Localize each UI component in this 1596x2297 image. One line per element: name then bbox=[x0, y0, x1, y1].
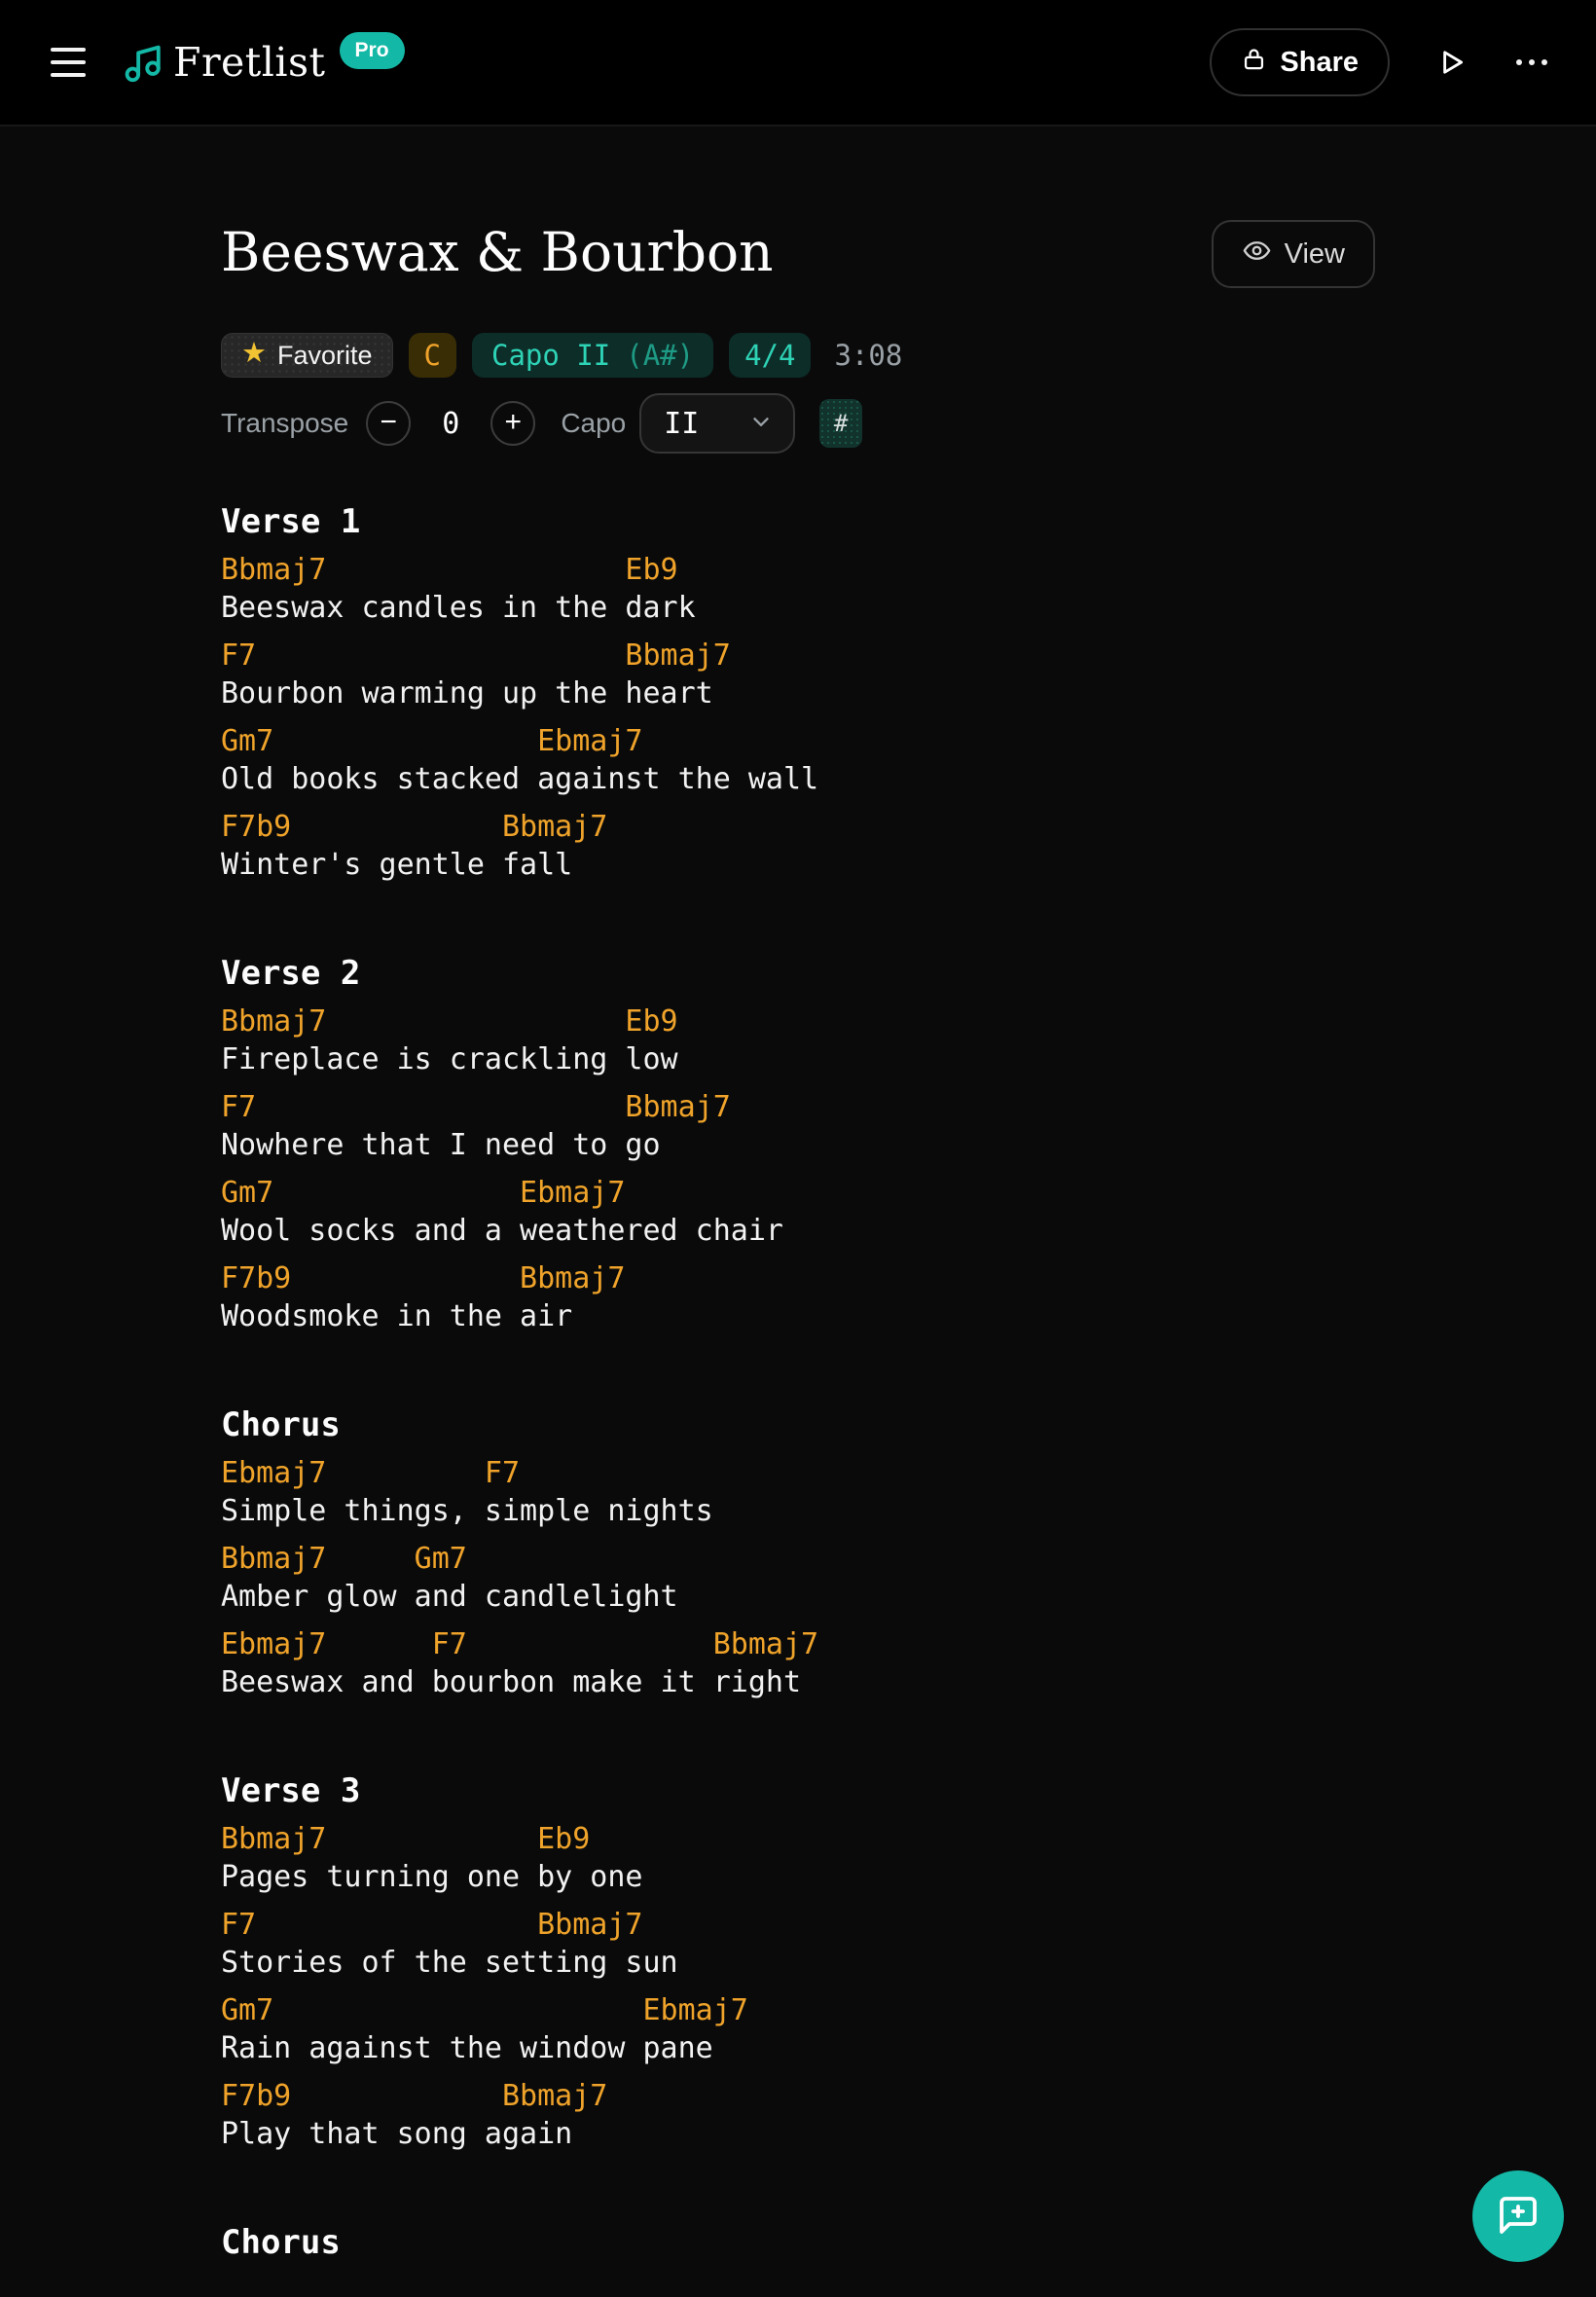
app-header: Fretlist Pro Share bbox=[0, 0, 1596, 127]
chord-line: Bbmaj7 Eb9 bbox=[221, 1004, 678, 1039]
play-button[interactable] bbox=[1434, 46, 1468, 79]
time-signature-badge: 4/4 bbox=[729, 333, 812, 378]
chord-lyric-line: F7 Bbmaj7 Stories of the setting sun bbox=[221, 1906, 1375, 1982]
app-name: Fretlist bbox=[173, 39, 326, 86]
chord-line: F7b9 Bbmaj7 bbox=[221, 810, 608, 844]
view-button[interactable]: View bbox=[1211, 220, 1375, 288]
key-badge: C bbox=[408, 333, 457, 378]
chord-line: Ebmaj7 F7 bbox=[221, 1456, 521, 1490]
chord-lyric-line: Bbmaj7 Eb9 Fireplace is crackling low bbox=[221, 1003, 1375, 1078]
favorite-label: Favorite bbox=[277, 340, 373, 370]
chord-lyric-line: Gm7 Ebmaj7 Wool socks and a weathered cha… bbox=[221, 1174, 1375, 1250]
lyric-line: Fireplace is crackling low bbox=[221, 1042, 678, 1076]
play-icon bbox=[1443, 51, 1464, 74]
lyric-line: Amber glow and candlelight bbox=[221, 1580, 678, 1614]
chat-bubble-plus-icon bbox=[1495, 2192, 1542, 2242]
capo-badge-note: (A#) bbox=[626, 339, 695, 372]
section-heading: Chorus bbox=[221, 2223, 341, 2262]
chat-fab-button[interactable] bbox=[1472, 2170, 1564, 2262]
section-heading: Chorus bbox=[221, 1405, 341, 1444]
song-view: Beeswax & Bourbon View ★ Favorite C Capo… bbox=[0, 127, 1596, 2264]
lyric-line: Old books stacked against the wall bbox=[221, 762, 819, 796]
lyric-line: Play that song again bbox=[221, 2117, 573, 2151]
pro-badge: Pro bbox=[339, 32, 405, 69]
chord-lyric-line: F7 Bbmaj7 Nowhere that I need to go bbox=[221, 1088, 1375, 1164]
lyric-line: Pages turning one by one bbox=[221, 1860, 643, 1894]
capo-badge: Capo II (A#) bbox=[472, 333, 714, 378]
chord-lyric-line: F7b9 Bbmaj7 Play that song again bbox=[221, 2077, 1375, 2153]
lyric-line: Bourbon warming up the heart bbox=[221, 676, 713, 711]
lyric-line: Winter's gentle fall bbox=[221, 848, 573, 882]
section-heading: Verse 1 bbox=[221, 502, 361, 541]
chord-line: F7b9 Bbmaj7 bbox=[221, 2079, 608, 2113]
transpose-controls: Transpose − 0 + Capo II # bbox=[221, 393, 1375, 454]
capo-label: Capo bbox=[561, 408, 627, 438]
chord-line: Bbmaj7 Gm7 bbox=[221, 1542, 467, 1576]
more-options-button[interactable] bbox=[1516, 59, 1547, 65]
chord-lyric-line: F7 Bbmaj7 Bourbon warming up the heart bbox=[221, 637, 1375, 712]
chevron-down-icon bbox=[748, 409, 774, 439]
chord-line: Gm7 Ebmaj7 bbox=[221, 1993, 748, 2027]
transpose-value: 0 bbox=[442, 406, 460, 441]
song-section: Chorus bbox=[221, 2221, 1375, 2264]
chord-line: Gm7 Ebmaj7 bbox=[221, 724, 643, 758]
eye-icon bbox=[1242, 236, 1272, 273]
chord-line: F7 Bbmaj7 bbox=[221, 638, 731, 673]
song-duration: 3:08 bbox=[834, 339, 903, 372]
chord-lyric-line: Bbmaj7 Eb9 Pages turning one by one bbox=[221, 1820, 1375, 1896]
chord-line: Gm7 Ebmaj7 bbox=[221, 1176, 626, 1210]
chord-lyric-line: Ebmaj7 F7 Simple things, simple nights bbox=[221, 1454, 1375, 1530]
lyric-line: Beeswax and bourbon make it right bbox=[221, 1665, 802, 1699]
music-note-icon bbox=[121, 41, 163, 84]
share-label: Share bbox=[1280, 46, 1359, 78]
song-title: Beeswax & Bourbon bbox=[221, 221, 774, 283]
chord-line: F7 Bbmaj7 bbox=[221, 1090, 731, 1124]
transpose-label: Transpose bbox=[221, 408, 349, 438]
chord-lyric-line: F7b9 Bbmaj7 Woodsmoke in the air bbox=[221, 1259, 1375, 1335]
chord-line: Bbmaj7 Eb9 bbox=[221, 1822, 591, 1856]
chord-line: F7b9 Bbmaj7 bbox=[221, 1261, 626, 1295]
section-heading: Verse 2 bbox=[221, 954, 361, 993]
chord-lyric-line: Ebmaj7 F7 Bbmaj7 Beeswax and bourbon make… bbox=[221, 1625, 1375, 1701]
chord-lyric-line: F7b9 Bbmaj7 Winter's gentle fall bbox=[221, 808, 1375, 884]
chord-lyric-line: Gm7 Ebmaj7 Rain against the window pane bbox=[221, 1991, 1375, 2067]
share-button[interactable]: Share bbox=[1210, 28, 1390, 96]
lyric-line: Rain against the window pane bbox=[221, 2031, 713, 2065]
capo-select[interactable]: II bbox=[639, 393, 796, 454]
transpose-plus-button[interactable]: + bbox=[490, 401, 536, 446]
sharp-toggle-button[interactable]: # bbox=[819, 399, 863, 448]
transpose-minus-button[interactable]: − bbox=[366, 401, 412, 446]
song-sections: Verse 1 Bbmaj7 Eb9 Beeswax candles in the … bbox=[221, 500, 1375, 2264]
chord-lyric-line: Gm7 Ebmaj7 Old books stacked against the … bbox=[221, 722, 1375, 798]
app-logo[interactable]: Fretlist Pro bbox=[121, 32, 405, 86]
section-heading: Verse 3 bbox=[221, 1771, 361, 1810]
chord-line: F7 Bbmaj7 bbox=[221, 1908, 643, 1942]
song-badges: ★ Favorite C Capo II (A#) 4/4 3:08 bbox=[221, 333, 1375, 378]
capo-select-value: II bbox=[664, 406, 700, 441]
capo-badge-main: Capo II bbox=[491, 339, 611, 372]
lyric-line: Nowhere that I need to go bbox=[221, 1128, 661, 1162]
favorite-badge[interactable]: ★ Favorite bbox=[221, 333, 393, 378]
song-section: Verse 1 Bbmaj7 Eb9 Beeswax candles in the … bbox=[221, 500, 1375, 884]
view-label: View bbox=[1284, 237, 1345, 270]
chord-line: Bbmaj7 Eb9 bbox=[221, 553, 678, 587]
song-section: Verse 2 Bbmaj7 Eb9 Fireplace is crackling … bbox=[221, 952, 1375, 1335]
lyric-line: Stories of the setting sun bbox=[221, 1946, 678, 1980]
menu-icon[interactable] bbox=[51, 48, 86, 77]
chord-line: Ebmaj7 F7 Bbmaj7 bbox=[221, 1627, 819, 1661]
song-section: Verse 3 Bbmaj7 Eb9 Pages turning one by on… bbox=[221, 1769, 1375, 2153]
chord-lyric-line: Bbmaj7 Eb9 Beeswax candles in the dark bbox=[221, 551, 1375, 627]
song-section: Chorus Ebmaj7 F7 Simple things, simple nig… bbox=[221, 1404, 1375, 1701]
star-icon: ★ bbox=[241, 337, 267, 369]
lyric-line: Woodsmoke in the air bbox=[221, 1299, 573, 1333]
ellipsis-icon bbox=[1516, 59, 1522, 65]
lyric-line: Wool socks and a weathered chair bbox=[221, 1214, 783, 1248]
lyric-line: Beeswax candles in the dark bbox=[221, 591, 696, 625]
chord-lyric-line: Bbmaj7 Gm7 Amber glow and candlelight bbox=[221, 1540, 1375, 1616]
lyric-line: Simple things, simple nights bbox=[221, 1494, 713, 1528]
lock-icon bbox=[1241, 46, 1267, 80]
